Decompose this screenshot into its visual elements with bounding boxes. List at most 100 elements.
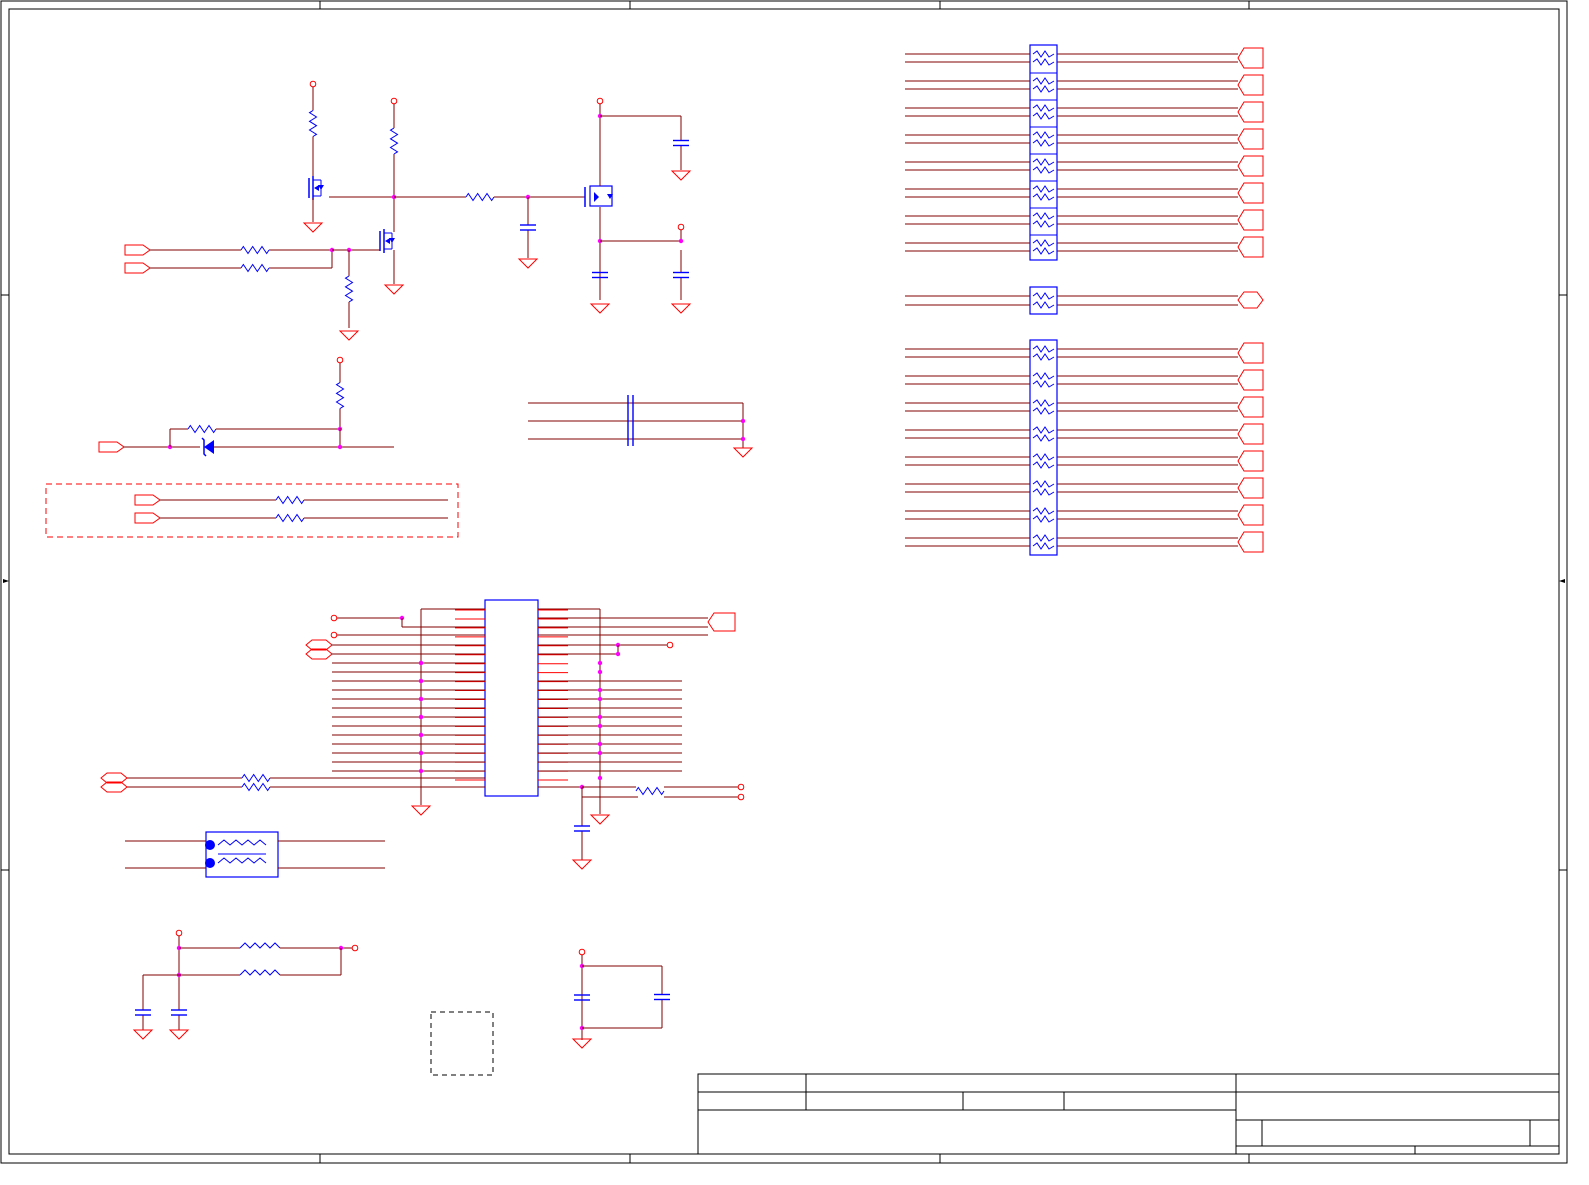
zener-clamp-block (98, 356, 394, 457)
mosfet-icon (314, 185, 319, 191)
ground-icon (410, 805, 432, 816)
power-terminal-icon (737, 793, 745, 801)
offpage-connector-icon (1237, 47, 1264, 69)
junction-dot (597, 741, 603, 747)
resistor-icon (1032, 239, 1055, 247)
schematic-canvas (0, 0, 1568, 1164)
ic-icon (484, 599, 539, 797)
offpage-connector-icon (1237, 531, 1264, 553)
resistor-icon (1032, 534, 1055, 542)
decoupling-pair-block (528, 395, 754, 458)
offpage-connector-icon (1237, 477, 1264, 499)
junction-dot (418, 768, 424, 774)
power-terminal-icon (336, 356, 344, 364)
resistor-pack-icon (1029, 286, 1058, 315)
ground-icon (517, 258, 539, 269)
resistor-icon (275, 513, 305, 523)
power-terminal-icon (666, 641, 674, 649)
resistor-icon (1032, 77, 1055, 85)
title-block (697, 1073, 1560, 1155)
offpage-connector-icon (707, 612, 736, 632)
junction-dot (418, 732, 424, 738)
offpage-connector-icon (1237, 369, 1264, 391)
ground-icon (168, 1029, 190, 1040)
offpage-connector-icon (1237, 101, 1264, 123)
power-terminal-icon (309, 80, 317, 88)
power-terminal-icon (175, 929, 183, 937)
resistor-icon (1032, 139, 1055, 147)
resistor-icon (1032, 220, 1055, 228)
junction-dot (678, 238, 684, 244)
resistor-icon (1032, 131, 1055, 139)
transformer-dot-icon (205, 840, 215, 850)
junction-dot (597, 775, 603, 781)
ground-icon (589, 303, 611, 314)
junction-dot (597, 696, 603, 702)
mounting-placeholder (430, 1011, 494, 1076)
resistor-icon (1032, 488, 1055, 496)
junction-dot (597, 750, 603, 756)
zener-diode-icon (204, 440, 214, 454)
resistor-icon (1032, 399, 1055, 407)
offpage-connector-icon (1237, 182, 1264, 204)
power-terminal-icon (737, 783, 745, 791)
mosfet-switch-block (124, 80, 692, 341)
center-arrow-icon (1559, 579, 1565, 583)
junction-dot (740, 418, 746, 424)
center-arrow-icon (3, 579, 9, 583)
junction-dot (615, 651, 621, 657)
junction-dot (597, 669, 603, 675)
mosfet-icon (385, 238, 390, 244)
bypass-caps-block (571, 948, 670, 1049)
offpage-connector-icon (98, 441, 125, 453)
resistor-icon (241, 773, 271, 783)
resistor-icon (1032, 247, 1055, 255)
power-terminal-icon (677, 223, 685, 231)
power-terminal-icon (578, 948, 586, 956)
inductor-icon (239, 942, 281, 949)
resistor-icon (465, 192, 495, 202)
ground-icon (670, 303, 692, 314)
outer-border (0, 0, 1568, 1164)
offpage-connector-icon (134, 494, 161, 506)
junction-dot (597, 687, 603, 693)
resistor-icon (1032, 353, 1055, 361)
resistor-pack-icon (1029, 339, 1058, 556)
junction-dot (418, 678, 424, 684)
ground-icon (383, 284, 405, 295)
offpage-connector-icon (1237, 74, 1264, 96)
resistor-icon (1032, 461, 1055, 469)
resistor-pack-icon (1029, 44, 1058, 261)
offpage-connector-icon (1237, 504, 1264, 526)
ground-icon (732, 447, 754, 458)
resistor-icon (1032, 515, 1055, 523)
ground-icon (338, 330, 360, 341)
resistor-icon (275, 495, 305, 505)
power-terminal-icon (596, 97, 604, 105)
junction-dot (418, 714, 424, 720)
resistor-icon (335, 382, 345, 409)
dashed-option-frame (45, 483, 459, 538)
resistor-icon (1032, 453, 1055, 461)
common-mode-choke-block (125, 831, 385, 878)
power-terminal-icon (390, 97, 398, 105)
resistor-array-lower (905, 339, 1264, 556)
offpage-connector-icon (1237, 155, 1264, 177)
title-block-frame (697, 1073, 1560, 1155)
resistor-icon (1032, 112, 1055, 120)
power-terminal-icon (330, 631, 338, 639)
offpage-connector-icon (1237, 236, 1264, 258)
inner-border (8, 8, 1560, 1155)
resistor-icon (1032, 434, 1055, 442)
offpage-connector-icon (1237, 423, 1264, 445)
power-terminal-icon (351, 944, 359, 952)
inductor-icon (239, 969, 281, 976)
resistor-icon (1032, 85, 1055, 93)
offpage-connector-icon (124, 262, 151, 274)
resistor-icon (1032, 50, 1055, 58)
resistor-icon (308, 110, 318, 137)
resistor-icon (1032, 193, 1055, 201)
resistor-icon (1032, 185, 1055, 193)
offpage-connector-icon (134, 512, 161, 524)
resistor-icon (1032, 426, 1055, 434)
